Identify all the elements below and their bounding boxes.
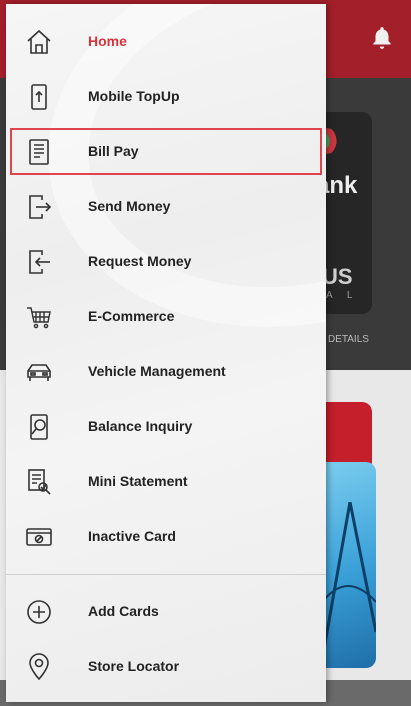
menu-item-home[interactable]: Home	[6, 14, 326, 69]
menu-divider	[6, 574, 326, 575]
menu-item-label: Home	[88, 33, 127, 49]
menu-item-e-commerce[interactable]: E-Commerce	[6, 289, 326, 344]
mobile-topup-icon	[24, 82, 54, 112]
menu-item-label: Add Cards	[88, 603, 159, 619]
menu-item-mini-statement[interactable]: Mini Statement	[6, 454, 326, 509]
menu-item-request-money[interactable]: Request Money	[6, 234, 326, 289]
menu-item-label: Inactive Card	[88, 528, 176, 544]
menu-item-inactive-card[interactable]: Inactive Card	[6, 509, 326, 564]
menu-list: Home Mobile TopUp Bill Pay Send Money Re…	[6, 14, 326, 564]
secondary-menu-list: Add Cards Store Locator	[6, 584, 326, 694]
add-circle-icon	[24, 597, 54, 627]
home-icon	[24, 27, 54, 57]
menu-item-send-money[interactable]: Send Money	[6, 179, 326, 234]
cart-icon	[24, 302, 54, 332]
menu-item-label: Mini Statement	[88, 473, 188, 489]
send-money-icon	[24, 192, 54, 222]
menu-item-label: Balance Inquiry	[88, 418, 193, 434]
bell-icon[interactable]	[369, 24, 395, 52]
menu-item-label: Mobile TopUp	[88, 88, 180, 104]
bill-icon	[24, 137, 54, 167]
inactive-card-icon	[24, 522, 54, 552]
car-icon	[24, 357, 54, 387]
menu-item-label: E-Commerce	[88, 308, 175, 324]
menu-item-balance-inquiry[interactable]: Balance Inquiry	[6, 399, 326, 454]
menu-item-bill-pay[interactable]: Bill Pay	[6, 124, 326, 179]
menu-item-store-locator[interactable]: Store Locator	[6, 639, 326, 694]
balance-inquiry-icon	[24, 412, 54, 442]
menu-item-label: Bill Pay	[88, 143, 139, 159]
menu-item-label: Vehicle Management	[88, 363, 226, 379]
statement-icon	[24, 467, 54, 497]
location-pin-icon	[24, 652, 54, 682]
navigation-drawer: Home Mobile TopUp Bill Pay Send Money Re…	[6, 4, 326, 702]
menu-item-label: Store Locator	[88, 658, 180, 674]
card-sub-text: A L	[326, 290, 359, 301]
menu-item-label: Send Money	[88, 198, 171, 214]
menu-item-mobile-topup[interactable]: Mobile TopUp	[6, 69, 326, 124]
card-brand-text: US	[322, 264, 353, 289]
menu-item-label: Request Money	[88, 253, 192, 269]
menu-item-vehicle-management[interactable]: Vehicle Management	[6, 344, 326, 399]
menu-item-add-cards[interactable]: Add Cards	[6, 584, 326, 639]
request-money-icon	[24, 247, 54, 277]
